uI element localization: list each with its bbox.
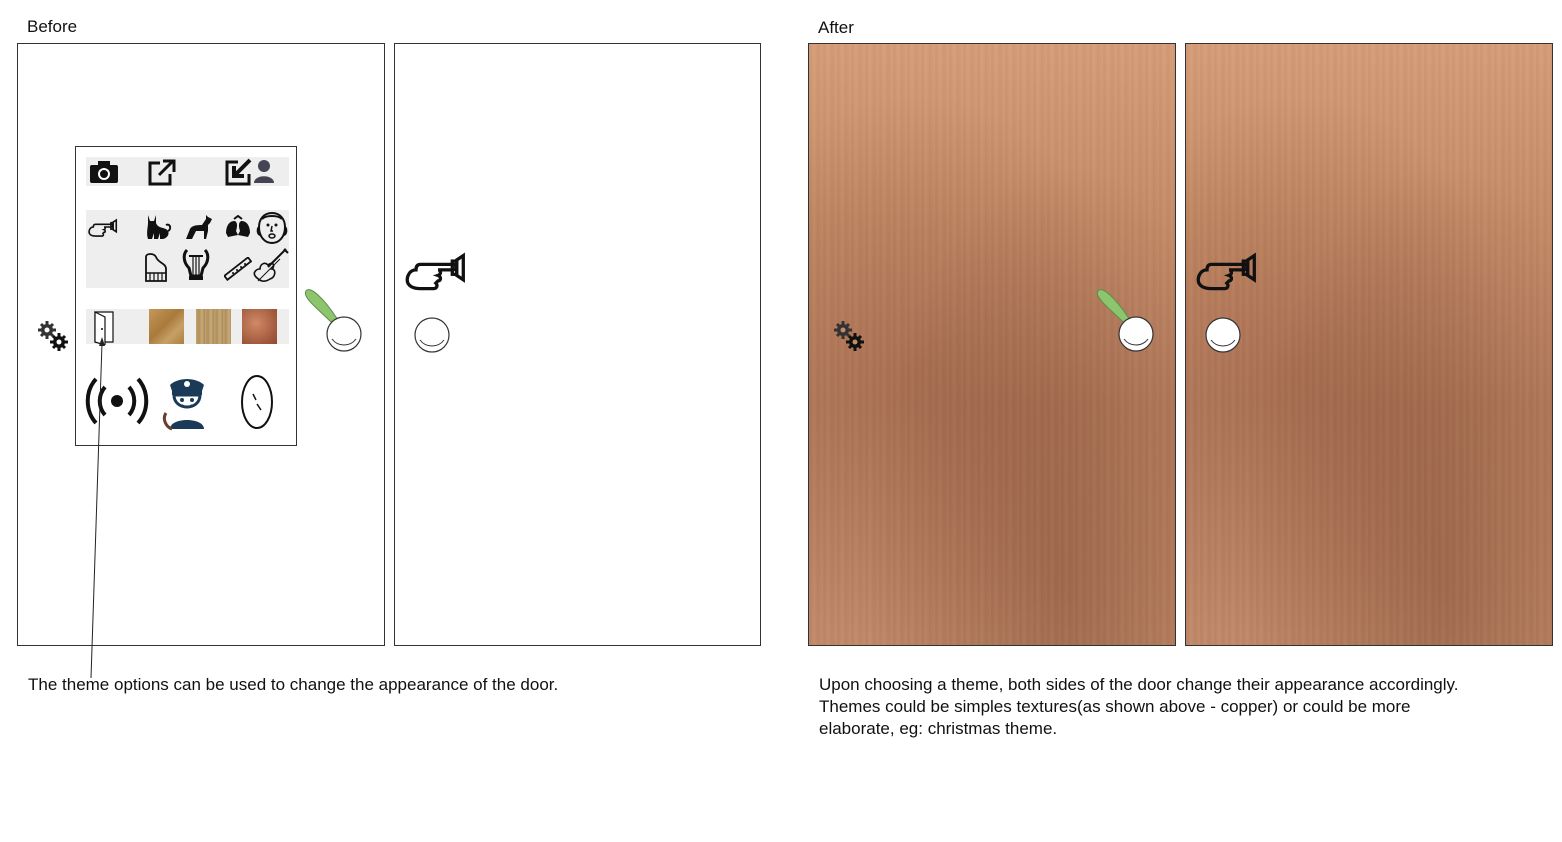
settings-gear-icon[interactable] — [36, 319, 70, 353]
doorbell-hand-icon[interactable] — [405, 250, 471, 292]
door-handle-green[interactable] — [1092, 285, 1158, 355]
doorbell-hand-icon[interactable] — [1196, 250, 1262, 292]
violin-icon[interactable] — [250, 247, 290, 285]
piano-icon[interactable] — [142, 251, 170, 283]
door-knob[interactable] — [413, 316, 451, 354]
dog-icon[interactable] — [184, 213, 214, 241]
before-caption: The theme options can be used to change … — [28, 675, 559, 694]
camera-icon[interactable] — [89, 160, 119, 184]
door-knob[interactable] — [1204, 316, 1242, 354]
cat-icon[interactable] — [144, 213, 172, 241]
bells-icon[interactable] — [224, 215, 252, 241]
settings-gear-icon[interactable] — [832, 319, 866, 353]
after-caption-line-1: Upon choosing a theme, both sides of the… — [819, 675, 1459, 694]
after-caption: Upon choosing a theme, both sides of the… — [819, 674, 1459, 740]
police-icon[interactable] — [162, 375, 212, 431]
lyre-icon[interactable] — [181, 248, 211, 282]
sounds-row — [86, 210, 289, 288]
toolbar-row — [86, 157, 289, 186]
wood-texture-1-swatch[interactable] — [149, 309, 184, 344]
mirror-icon[interactable] — [239, 374, 275, 432]
doorbell-hand-icon[interactable] — [88, 217, 120, 237]
singer-icon[interactable] — [256, 211, 288, 245]
themes-row — [86, 309, 289, 345]
after-caption-line-3: elaborate, eg: christmas theme. — [819, 719, 1058, 738]
copper-texture-swatch[interactable] — [242, 309, 277, 344]
theme-options-panel — [75, 146, 297, 446]
flute-icon[interactable] — [224, 257, 252, 281]
share-icon[interactable] — [148, 159, 176, 186]
door-handle-green[interactable] — [300, 285, 366, 355]
before-label: Before — [27, 17, 78, 36]
wood-texture-2-swatch[interactable] — [196, 309, 231, 344]
sign-in-icon[interactable] — [224, 158, 254, 186]
user-icon[interactable] — [253, 159, 275, 183]
after-label: After — [818, 18, 854, 37]
after-caption-line-2: Themes could be simples textures(as show… — [819, 697, 1411, 716]
annotation-arrow — [90, 337, 105, 679]
